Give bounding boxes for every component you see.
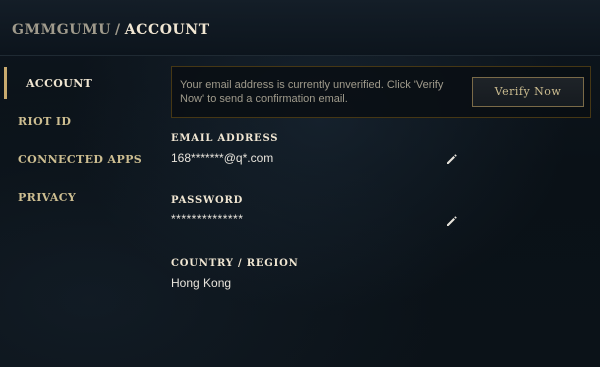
pencil-icon[interactable]: [446, 215, 458, 227]
sidebar-active-indicator: [4, 67, 7, 99]
breadcrumb: GMMGUMU / ACCOUNT: [12, 22, 210, 38]
breadcrumb-separator: /: [115, 22, 121, 38]
page-header: GMMGUMU / ACCOUNT: [0, 0, 600, 56]
password-value: **************: [171, 212, 244, 226]
country-region-label: COUNTRY / REGION: [171, 258, 299, 269]
account-page: GMMGUMU / ACCOUNT ACCOUNT RIOT ID CONNECTE…: [0, 0, 600, 367]
unverified-email-notice: Your email address is currently unverifi…: [171, 66, 591, 118]
email-address-value: 168*******@q*.com: [171, 151, 274, 165]
password-label: PASSWORD: [171, 195, 244, 206]
sidebar-item-riot-id[interactable]: RIOT ID: [18, 115, 71, 128]
email-address-label: EMAIL ADDRESS: [171, 133, 279, 144]
country-region-value: Hong Kong: [171, 276, 232, 290]
sidebar-item-privacy[interactable]: PRIVACY: [18, 191, 76, 204]
breadcrumb-username[interactable]: GMMGUMU: [12, 22, 111, 38]
pencil-icon[interactable]: [446, 153, 458, 165]
notice-message: Your email address is currently unverifi…: [180, 79, 444, 105]
breadcrumb-current-section: ACCOUNT: [124, 22, 210, 38]
sidebar-item-account[interactable]: ACCOUNT: [26, 77, 92, 90]
sidebar-item-connected-apps[interactable]: CONNECTED APPS: [18, 153, 142, 166]
verify-now-button[interactable]: Verify Now: [472, 77, 584, 107]
